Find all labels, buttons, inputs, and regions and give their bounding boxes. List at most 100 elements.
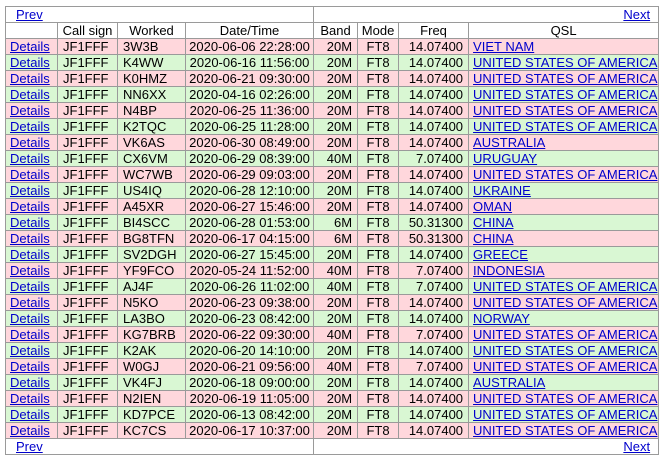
freq-cell: 14.07400 [398, 294, 470, 311]
call-sign-cell: JF1FFF [57, 54, 118, 71]
details-link[interactable]: Details [10, 360, 50, 374]
details-link[interactable]: Details [10, 184, 50, 198]
mode-cell: FT8 [357, 182, 400, 199]
qsl-link[interactable]: GREECE [473, 248, 528, 262]
mode-cell: FT8 [357, 358, 400, 375]
qsl-link[interactable]: UNITED STATES OF AMERICA [473, 408, 657, 422]
col-header-worked: Worked [117, 22, 186, 39]
details-link[interactable]: Details [10, 376, 50, 390]
table-row: Details JF1FFF KD7PCE 2020-06-13 08:42:00 20… [5, 406, 660, 423]
call-sign-cell: JF1FFF [57, 134, 118, 151]
worked-cell: NN6XX [117, 86, 186, 103]
datetime-cell: 2020-06-19 11:05:00 [184, 390, 315, 407]
table-row: Details JF1FFF W0GJ 2020-06-21 09:56:00 40M F… [5, 358, 660, 375]
details-link[interactable]: Details [10, 408, 50, 422]
qso-log-panel: Prev Next Call sign Worked Date/Time Ban… [4, 6, 660, 455]
datetime-cell: 2020-06-30 08:49:00 [184, 134, 315, 151]
qsl-link[interactable]: UNITED STATES OF AMERICA [473, 72, 657, 86]
qsl-link[interactable]: AUSTRALIA [473, 376, 545, 390]
details-link[interactable]: Details [10, 424, 50, 438]
mode-cell: FT8 [357, 342, 400, 359]
worked-cell: LA3BO [117, 310, 186, 327]
qsl-link[interactable]: NORWAY [473, 312, 530, 326]
details-link[interactable]: Details [10, 280, 50, 294]
qsl-link[interactable]: UNITED STATES OF AMERICA [473, 120, 657, 134]
qsl-link[interactable]: UNITED STATES OF AMERICA [473, 344, 657, 358]
qsl-cell: OMAN [468, 198, 660, 215]
details-cell: Details [5, 166, 58, 183]
call-sign-cell: JF1FFF [57, 246, 118, 263]
freq-cell: 7.07400 [398, 262, 470, 279]
worked-cell: BI4SCC [117, 214, 186, 231]
table-row: Details JF1FFF N5KO 2020-06-23 09:38:00 20M F… [5, 294, 660, 311]
details-link[interactable]: Details [10, 216, 50, 230]
worked-cell: VK6AS [117, 134, 186, 151]
details-link[interactable]: Details [10, 344, 50, 358]
details-link[interactable]: Details [10, 248, 50, 262]
qsl-link[interactable]: UNITED STATES OF AMERICA [473, 56, 657, 70]
details-link[interactable]: Details [10, 136, 50, 150]
qsl-cell: AUSTRALIA [468, 374, 660, 391]
qsl-link[interactable]: AUSTRALIA [473, 136, 545, 150]
details-link[interactable]: Details [10, 40, 50, 54]
details-cell: Details [5, 342, 58, 359]
qsl-link[interactable]: UNITED STATES OF AMERICA [473, 392, 657, 406]
qsl-link[interactable]: UNITED STATES OF AMERICA [473, 424, 657, 438]
qsl-link[interactable]: INDONESIA [473, 264, 545, 278]
worked-cell: K0HMZ [117, 70, 186, 87]
freq-cell: 14.07400 [398, 246, 470, 263]
mode-cell: FT8 [357, 102, 400, 119]
qsl-link[interactable]: UKRAINE [473, 184, 531, 198]
qsl-link[interactable]: UNITED STATES OF AMERICA [473, 280, 657, 294]
details-link[interactable]: Details [10, 232, 50, 246]
call-sign-cell: JF1FFF [57, 342, 118, 359]
mode-cell: FT8 [357, 86, 400, 103]
call-sign-cell: JF1FFF [57, 214, 118, 231]
freq-cell: 14.07400 [398, 54, 470, 71]
details-link[interactable]: Details [10, 312, 50, 326]
qsl-link[interactable]: UNITED STATES OF AMERICA [473, 88, 657, 102]
details-link[interactable]: Details [10, 56, 50, 70]
freq-cell: 14.07400 [398, 70, 470, 87]
details-cell: Details [5, 198, 58, 215]
qsl-link[interactable]: UNITED STATES OF AMERICA [473, 328, 657, 342]
details-cell: Details [5, 38, 58, 55]
call-sign-cell: JF1FFF [57, 278, 118, 295]
details-link[interactable]: Details [10, 296, 50, 310]
qsl-link[interactable]: CHINA [473, 216, 513, 230]
qsl-link[interactable]: VIET NAM [473, 40, 534, 54]
details-link[interactable]: Details [10, 392, 50, 406]
band-cell: 20M [313, 310, 359, 327]
qsl-link[interactable]: UNITED STATES OF AMERICA [473, 296, 657, 310]
details-link[interactable]: Details [10, 200, 50, 214]
details-link[interactable]: Details [10, 120, 50, 134]
qsl-link[interactable]: UNITED STATES OF AMERICA [473, 104, 657, 118]
qsl-link[interactable]: OMAN [473, 200, 512, 214]
details-link[interactable]: Details [10, 168, 50, 182]
worked-cell: N5KO [117, 294, 186, 311]
next-link-bottom[interactable]: Next [623, 440, 650, 454]
prev-link-bottom[interactable]: Prev [16, 440, 43, 454]
details-link[interactable]: Details [10, 264, 50, 278]
mode-cell: FT8 [357, 278, 400, 295]
datetime-cell: 2020-06-25 11:36:00 [184, 102, 315, 119]
qsl-link[interactable]: UNITED STATES OF AMERICA [473, 360, 657, 374]
call-sign-cell: JF1FFF [57, 310, 118, 327]
band-cell: 20M [313, 422, 359, 439]
mode-cell: FT8 [357, 246, 400, 263]
details-link[interactable]: Details [10, 152, 50, 166]
mode-cell: FT8 [357, 54, 400, 71]
qsl-link[interactable]: CHINA [473, 232, 513, 246]
prev-link-top[interactable]: Prev [16, 8, 43, 22]
qsl-link[interactable]: UNITED STATES OF AMERICA [473, 168, 657, 182]
details-link[interactable]: Details [10, 72, 50, 86]
freq-cell: 50.31300 [398, 230, 470, 247]
details-link[interactable]: Details [10, 104, 50, 118]
details-cell: Details [5, 294, 58, 311]
band-cell: 6M [313, 230, 359, 247]
details-link[interactable]: Details [10, 88, 50, 102]
qsl-link[interactable]: URUGUAY [473, 152, 537, 166]
details-link[interactable]: Details [10, 328, 50, 342]
next-link-top[interactable]: Next [623, 8, 650, 22]
datetime-cell: 2020-06-21 09:56:00 [184, 358, 315, 375]
